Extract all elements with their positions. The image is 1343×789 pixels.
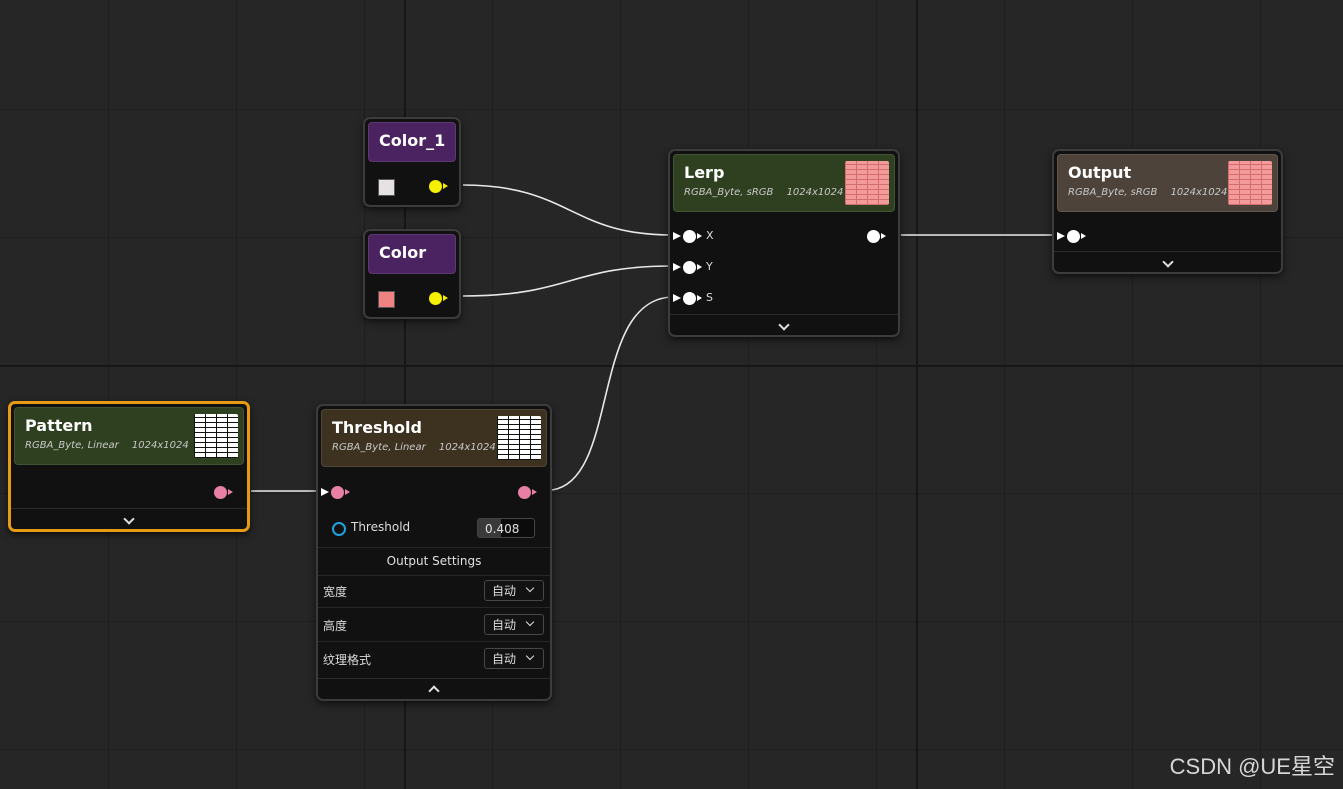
pattern-output-pin[interactable] <box>214 486 233 499</box>
setting-label-height: 高度 <box>323 619 348 633</box>
threshold-param-label: Threshold <box>351 520 411 534</box>
color-node[interactable]: Color <box>363 229 461 319</box>
color1-node-title: Color_1 <box>379 131 446 150</box>
chevron-down-icon <box>123 513 135 525</box>
setting-dropdown-texture-format[interactable]: 自动 <box>484 648 544 669</box>
lerp-node[interactable]: Lerp RGBA_Byte, sRGB 1024x1024 X Y S <box>668 149 900 337</box>
threshold-node-header[interactable]: Threshold RGBA_Byte, Linear 1024x1024 <box>321 409 547 467</box>
threshold-value-input[interactable]: 0.408 <box>477 518 535 538</box>
lerp-input-label-y: Y <box>706 260 713 273</box>
output-input-pin[interactable] <box>1057 230 1086 243</box>
lerp-size-label: 1024x1024 <box>786 187 844 198</box>
output-size-label: 1024x1024 <box>1170 187 1228 198</box>
lerp-node-header[interactable]: Lerp RGBA_Byte, sRGB 1024x1024 <box>673 154 895 212</box>
lerp-format-label: RGBA_Byte, sRGB <box>684 187 774 198</box>
lerp-input-pin-y[interactable] <box>673 261 702 274</box>
lerp-texture-thumbnail <box>845 161 889 205</box>
lerp-input-label-x: X <box>706 229 714 242</box>
output-expand-button[interactable] <box>1054 251 1281 272</box>
lerp-expand-button[interactable] <box>670 314 898 335</box>
color-swatch[interactable] <box>378 291 395 308</box>
watermark: CSDN @UE星空 <box>1169 754 1335 779</box>
setting-dropdown-height[interactable]: 自动 <box>484 614 544 635</box>
threshold-texture-thumbnail <box>497 416 541 460</box>
color1-output-pin[interactable] <box>429 180 448 193</box>
chevron-down-icon <box>1161 256 1174 268</box>
chevron-down-icon <box>525 651 535 661</box>
lerp-input-pin-s[interactable] <box>673 292 702 305</box>
threshold-collapse-button[interactable] <box>318 678 550 699</box>
setting-value-width: 自动 <box>492 584 517 598</box>
setting-value-texture-format: 自动 <box>492 652 517 666</box>
wire-color1-to-lerp-x[interactable] <box>462 184 673 236</box>
color-node-title: Color <box>379 243 427 262</box>
divider <box>318 547 550 548</box>
threshold-param-pin-icon[interactable] <box>332 522 346 536</box>
threshold-value-text: 0.408 <box>485 522 520 536</box>
pattern-format-label: RGBA_Byte, Linear <box>25 440 119 451</box>
lerp-input-label-s: S <box>706 291 713 304</box>
output-node[interactable]: Output RGBA_Byte, sRGB 1024x1024 <box>1052 149 1283 274</box>
color-node-header[interactable]: Color <box>368 234 456 274</box>
wire-layer <box>251 184 1056 492</box>
lerp-output-pin[interactable] <box>867 230 886 243</box>
setting-label-texture-format: 纹理格式 <box>323 653 372 667</box>
threshold-node[interactable]: Threshold RGBA_Byte, Linear 1024x1024 Th… <box>316 404 552 701</box>
color1-node-header[interactable]: Color_1 <box>368 122 456 162</box>
output-settings-title: Output Settings <box>386 554 482 568</box>
wire-color-to-lerp-y[interactable] <box>462 265 673 297</box>
chevron-down-icon <box>525 583 535 593</box>
output-node-header[interactable]: Output RGBA_Byte, sRGB 1024x1024 <box>1057 154 1278 212</box>
pattern-texture-thumbnail <box>194 414 238 458</box>
lerp-input-pin-x[interactable] <box>673 230 702 243</box>
threshold-format-label: RGBA_Byte, Linear <box>332 442 426 453</box>
pattern-size-label: 1024x1024 <box>131 440 189 451</box>
wire-threshold-to-lerp-s[interactable] <box>551 296 673 491</box>
chevron-up-icon <box>428 685 440 697</box>
setting-label-width: 宽度 <box>323 585 348 599</box>
chevron-down-icon <box>525 617 535 627</box>
output-format-label: RGBA_Byte, sRGB <box>1068 187 1158 198</box>
color1-node[interactable]: Color_1 <box>363 117 461 207</box>
color1-swatch[interactable] <box>378 179 395 196</box>
setting-dropdown-width[interactable]: 自动 <box>484 580 544 601</box>
pattern-expand-button[interactable] <box>11 508 247 529</box>
threshold-output-pin[interactable] <box>518 486 537 499</box>
pattern-node[interactable]: Pattern RGBA_Byte, Linear 1024x1024 <box>8 401 250 532</box>
chevron-down-icon <box>778 319 790 331</box>
divider <box>318 607 550 608</box>
threshold-size-label: 1024x1024 <box>438 442 496 453</box>
divider <box>318 641 550 642</box>
divider <box>318 575 550 576</box>
output-texture-thumbnail <box>1228 161 1272 205</box>
pattern-node-header[interactable]: Pattern RGBA_Byte, Linear 1024x1024 <box>14 407 244 465</box>
color-output-pin[interactable] <box>429 292 448 305</box>
setting-value-height: 自动 <box>492 618 517 632</box>
threshold-input-pin[interactable] <box>321 486 350 499</box>
